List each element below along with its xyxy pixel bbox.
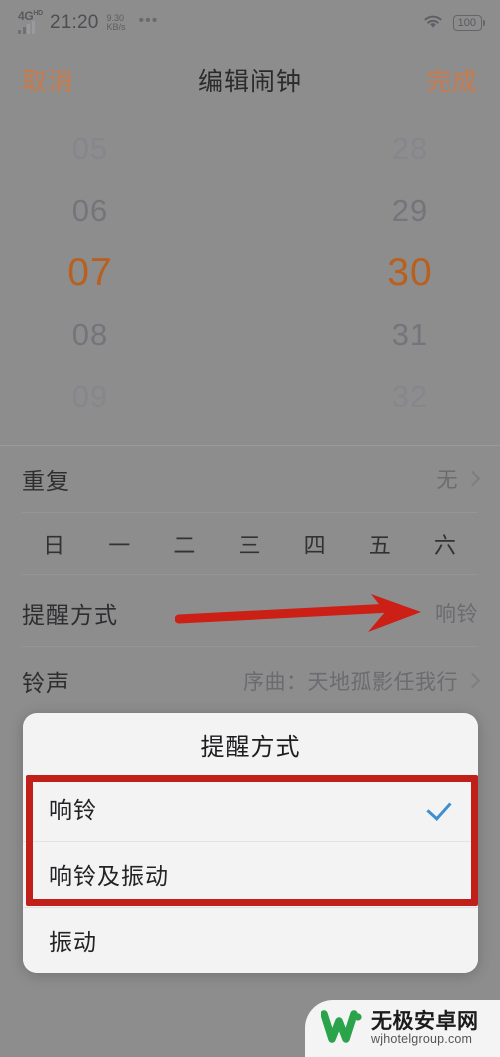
dialog-option-ring[interactable]: 响铃 <box>23 775 478 841</box>
reminder-method-row[interactable]: 提醒方式 响铃 <box>0 580 500 646</box>
cellular-signal-icon: 4GHD <box>18 10 43 34</box>
repeat-label: 重复 <box>22 468 70 494</box>
weekday-sat[interactable]: 六 <box>413 528 478 560</box>
hour-option-selected[interactable]: 07 <box>67 242 112 304</box>
minute-option[interactable]: 29 <box>392 180 428 242</box>
weekday-tue[interactable]: 二 <box>152 528 217 560</box>
watermark-site-url: wjhotelgroup.com <box>371 1031 473 1046</box>
done-button[interactable]: 完成 <box>426 62 478 98</box>
dialog-option-label: 振动 <box>49 929 97 955</box>
reminder-method-label: 提醒方式 <box>22 602 118 628</box>
dialog-option-label: 响铃 <box>49 797 97 823</box>
time-picker[interactable]: 05 06 07 08 09 28 29 30 31 32 <box>0 118 500 428</box>
weekday-divider <box>22 574 478 575</box>
status-bar: 4GHD 21:20 9.30 KB/s ••• 100 <box>0 0 500 46</box>
chevron-right-icon <box>464 672 481 689</box>
repeat-row[interactable]: 重复 无 <box>0 446 500 512</box>
status-bar-clock: 21:20 <box>49 12 99 33</box>
chevron-right-icon <box>464 470 481 487</box>
navigation-bar: 取消 编辑闹钟 完成 <box>0 46 500 113</box>
hour-option[interactable]: 08 <box>72 304 108 366</box>
minute-option[interactable]: 31 <box>392 304 428 366</box>
dialog-option-vibrate[interactable]: 振动 <box>23 907 478 973</box>
minute-option[interactable]: 28 <box>392 118 428 180</box>
watermark-site-name: 无极安卓网 <box>371 1009 479 1033</box>
weekday-mon[interactable]: 一 <box>87 528 152 560</box>
check-icon <box>426 795 452 821</box>
reminder-method-value-group: 响铃 <box>435 598 478 628</box>
hour-option[interactable]: 09 <box>72 366 108 428</box>
weekday-selector[interactable]: 日 一 二 三 四 五 六 <box>0 515 500 573</box>
dialog-option-ring-and-vibrate[interactable]: 响铃及振动 <box>23 841 478 907</box>
dialog-option-label: 响铃及振动 <box>49 863 169 889</box>
weekday-fri[interactable]: 五 <box>348 528 413 560</box>
weekday-sun[interactable]: 日 <box>22 528 87 560</box>
minute-option[interactable]: 32 <box>392 366 428 428</box>
wifi-icon <box>421 12 445 35</box>
watermark-text: 无极安卓网 wjhotelgroup.com <box>371 1009 479 1046</box>
hour-wheel[interactable]: 05 06 07 08 09 <box>0 118 250 428</box>
ringtone-row[interactable]: 铃声 序曲：天地孤影任我行 <box>0 648 500 714</box>
hour-option[interactable]: 05 <box>72 118 108 180</box>
phone-screen: 4GHD 21:20 9.30 KB/s ••• 100 取消 编辑闹钟 完成 … <box>0 0 500 1057</box>
status-bar-overflow-icon: ••• <box>138 11 159 29</box>
weekday-wed[interactable]: 三 <box>217 528 282 560</box>
repeat-divider <box>22 512 478 513</box>
dialog-title: 提醒方式 <box>200 733 301 761</box>
reminder-method-dialog: 提醒方式 响铃 响铃及振动 振动 <box>23 713 478 973</box>
ringtone-value: 序曲：天地孤影任我行 <box>243 671 458 694</box>
weekday-thu[interactable]: 四 <box>283 528 348 560</box>
ringtone-label: 铃声 <box>22 670 70 696</box>
signal-bars-icon <box>18 21 35 34</box>
w-logo-icon <box>320 1009 363 1048</box>
repeat-value: 无 <box>436 469 458 492</box>
repeat-value-group: 无 <box>436 464 481 494</box>
reminder-method-value: 响铃 <box>435 603 478 626</box>
battery-indicator: 100 <box>452 14 482 32</box>
ringtone-value-group: 序曲：天地孤影任我行 <box>243 666 481 696</box>
hour-option[interactable]: 06 <box>72 180 108 242</box>
reminder-divider <box>22 646 478 647</box>
watermark: 无极安卓网 wjhotelgroup.com <box>305 1000 500 1057</box>
network-speed-unit: KB/s <box>106 22 126 32</box>
status-bar-left: 4GHD 21:20 9.30 KB/s ••• <box>18 10 159 35</box>
cancel-button[interactable]: 取消 <box>22 62 74 98</box>
minute-wheel[interactable]: 28 29 30 31 32 <box>250 118 500 428</box>
status-bar-right: 100 <box>421 12 482 35</box>
network-type-hd-label: HD <box>33 10 43 17</box>
minute-option-selected[interactable]: 30 <box>387 242 432 304</box>
network-speed: 9.30 KB/s <box>106 13 126 33</box>
